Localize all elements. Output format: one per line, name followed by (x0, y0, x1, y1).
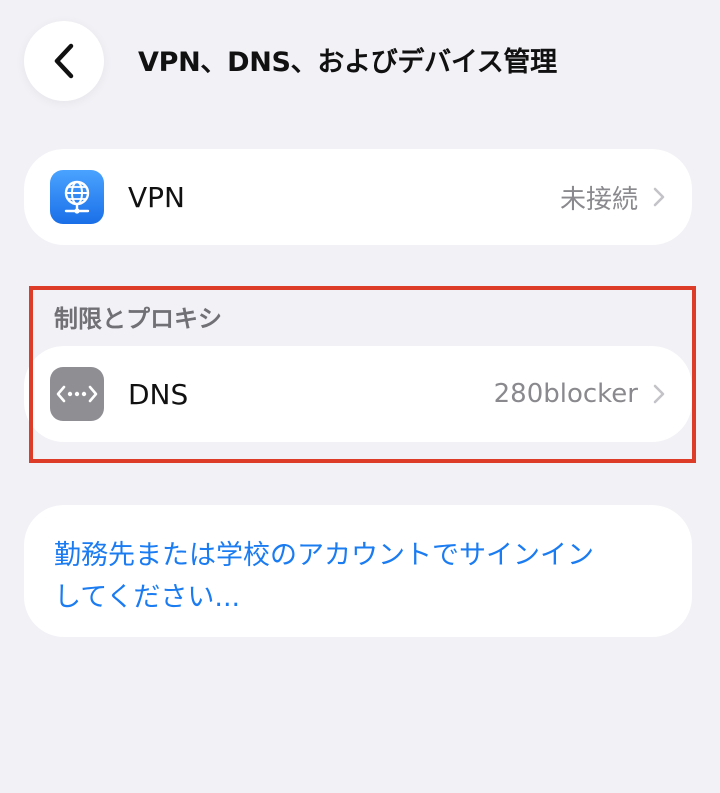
dns-arrows-icon (50, 367, 104, 421)
section-header-restrictions-proxy: 制限とプロキシ (54, 305, 222, 333)
chevron-left-icon (49, 41, 79, 81)
chevron-right-icon (652, 383, 666, 405)
dns-card: DNS 280blocker (24, 346, 692, 442)
dns-value: 280blocker (493, 379, 638, 409)
signin-link-line-2[interactable]: してください... (54, 577, 662, 619)
vpn-label: VPN (128, 180, 185, 214)
signin-link-line-1[interactable]: 勤務先または学校のアカウントでサインイン (54, 535, 662, 577)
dns-row[interactable]: DNS 280blocker (24, 346, 692, 442)
vpn-row[interactable]: VPN 未接続 (24, 149, 692, 245)
page-title: VPN、DNS、およびデバイス管理 (138, 47, 557, 78)
globe-network-icon (50, 170, 104, 224)
vpn-status-value: 未接続 (559, 184, 638, 215)
signin-card: 勤務先または学校のアカウントでサインイン してください... (24, 505, 692, 637)
vpn-card: VPN 未接続 (24, 149, 692, 245)
chevron-right-icon (652, 186, 666, 208)
back-button[interactable] (24, 21, 104, 101)
dns-label: DNS (128, 377, 189, 411)
